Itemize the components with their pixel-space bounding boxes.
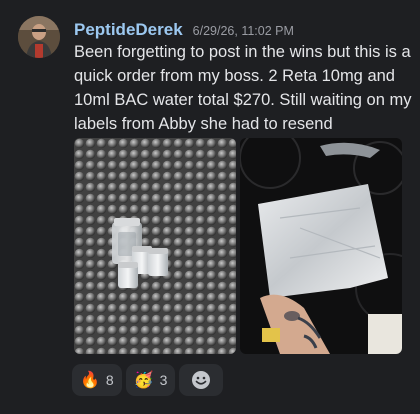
username[interactable]: PeptideDerek [74, 20, 183, 40]
photo-vials-on-bubble-wrap[interactable] [74, 138, 236, 354]
message-text: Been forgetting to post in the wins but … [74, 43, 412, 133]
user-avatar[interactable] [18, 16, 60, 58]
smiley-icon [192, 371, 211, 389]
attachments [74, 138, 402, 354]
chat-message: PeptideDerek 6/29/26, 11:02 PM Been forg… [0, 0, 420, 414]
party-face-reaction-button[interactable]: 🥳 3 [125, 364, 176, 396]
reaction-count: 8 [105, 372, 114, 388]
avatar-image [18, 16, 60, 58]
timestamp[interactable]: 6/29/26, 11:02 PM [193, 24, 294, 38]
add-reaction-button[interactable] [179, 364, 224, 396]
party-face-emoji-icon: 🥳 [133, 370, 154, 389]
reactions: 🔥 8 🥳 3 [72, 364, 224, 396]
fire-emoji-icon: 🔥 [80, 370, 100, 389]
fire-reaction-button[interactable]: 🔥 8 [72, 364, 122, 396]
photo-hand-holding-package[interactable] [240, 138, 402, 354]
message-header: PeptideDerek 6/29/26, 11:02 PM [74, 20, 294, 40]
reaction-count: 3 [159, 372, 168, 388]
